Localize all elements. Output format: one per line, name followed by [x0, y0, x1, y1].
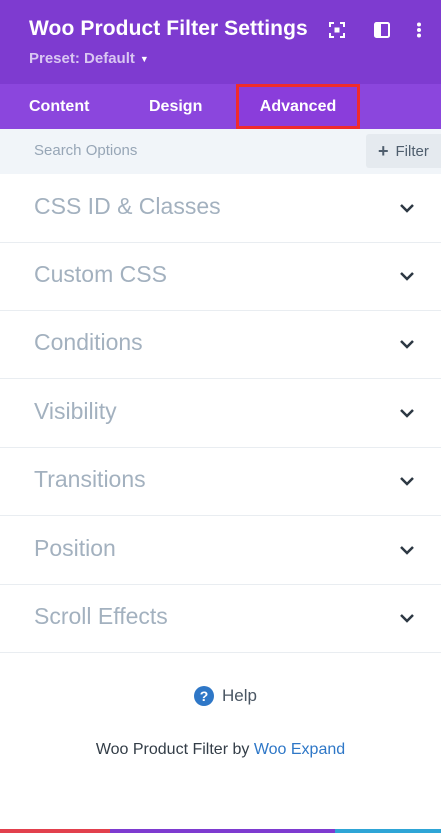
- panel-title: Woo Product Filter Settings: [29, 17, 308, 40]
- section-label: Visibility: [34, 398, 117, 424]
- tab-design[interactable]: Design: [149, 84, 202, 129]
- chevron-down-icon: [400, 204, 414, 213]
- footer-author-link[interactable]: Woo Expand: [254, 741, 345, 758]
- chevron-down-icon: [400, 340, 414, 349]
- footer-credit: Woo Product Filter by Woo Expand: [0, 741, 441, 759]
- footer-prefix: Woo Product Filter by: [95, 741, 250, 758]
- more-options-icon[interactable]: [408, 19, 430, 41]
- preset-selector[interactable]: Preset: Default ▼: [29, 50, 149, 67]
- section-conditions[interactable]: Conditions: [0, 310, 441, 379]
- section-scroll-effects[interactable]: Scroll Effects: [0, 584, 441, 653]
- preset-label: Preset: Default: [29, 50, 135, 67]
- section-label: Transitions: [34, 466, 146, 492]
- tab-advanced[interactable]: Advanced: [236, 84, 360, 129]
- tab-bar: Content Design Advanced: [0, 84, 441, 129]
- caret-down-icon: ▼: [139, 53, 149, 64]
- expand-icon[interactable]: [326, 19, 348, 41]
- section-transitions[interactable]: Transitions: [0, 447, 441, 516]
- help-label: Help: [222, 686, 257, 705]
- section-position[interactable]: Position: [0, 516, 441, 585]
- help-icon: ?: [194, 686, 214, 706]
- chevron-down-icon: [400, 546, 414, 555]
- filter-button[interactable]: + Filter: [366, 134, 441, 168]
- bottom-color-strip: [0, 829, 441, 833]
- section-visibility[interactable]: Visibility: [0, 379, 441, 448]
- section-label: Position: [34, 535, 116, 561]
- tab-content[interactable]: Content: [29, 84, 89, 129]
- chevron-down-icon: [400, 409, 414, 418]
- section-custom-css[interactable]: Custom CSS: [0, 242, 441, 311]
- layout-split-icon[interactable]: [371, 19, 393, 41]
- section-label: Scroll Effects: [34, 603, 168, 629]
- chevron-down-icon: [400, 614, 414, 623]
- chevron-down-icon: [400, 272, 414, 281]
- section-css-id-classes[interactable]: CSS ID & Classes: [0, 174, 441, 243]
- section-label: CSS ID & Classes: [34, 193, 221, 219]
- settings-header: Woo Product Filter Settings Preset: Defa…: [0, 0, 441, 84]
- filter-label: Filter: [395, 142, 429, 160]
- help-link[interactable]: ? Help: [194, 686, 257, 706]
- chevron-down-icon: [400, 477, 414, 486]
- search-input[interactable]: [34, 142, 334, 159]
- section-label: Conditions: [34, 329, 143, 355]
- plus-icon: +: [378, 141, 389, 161]
- section-label: Custom CSS: [34, 261, 167, 287]
